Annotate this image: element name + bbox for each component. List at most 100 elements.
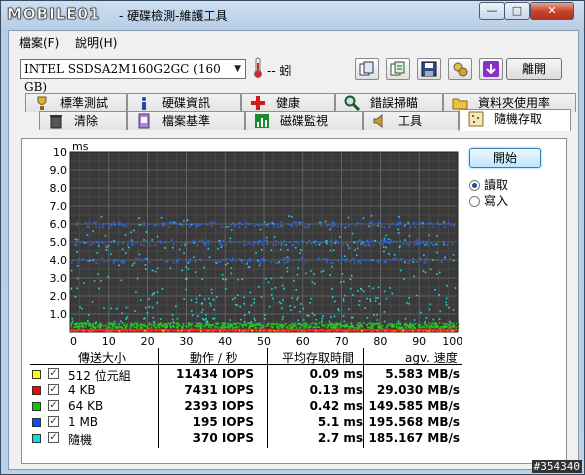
data-point [326, 225, 329, 227]
options-button[interactable] [448, 58, 472, 80]
data-point [383, 226, 386, 229]
data-point [221, 324, 223, 327]
data-point [117, 259, 120, 262]
data-point [258, 240, 260, 242]
data-point [174, 329, 177, 332]
data-point [154, 244, 156, 247]
data-point [238, 226, 241, 228]
x-tick-label: 20 [141, 335, 155, 348]
tab-health[interactable]: 健康 [241, 93, 335, 112]
data-point [108, 226, 110, 229]
data-point [358, 300, 361, 302]
maximize-button[interactable]: □ [504, 2, 530, 20]
data-point [424, 271, 427, 274]
data-point [184, 244, 186, 247]
drive-select[interactable]: INTEL SSDSA2M160G2GC (160 GB) ▼ [20, 59, 246, 94]
data-point [304, 327, 306, 329]
data-point [138, 253, 141, 256]
data-point [438, 223, 440, 226]
data-point [260, 248, 263, 251]
series-checkbox[interactable]: ✓ [48, 416, 59, 427]
data-point [423, 322, 426, 325]
data-point [426, 240, 428, 243]
data-point [229, 237, 232, 240]
tab-benchmark[interactable]: 標準測試 [25, 93, 127, 112]
data-point [263, 221, 266, 223]
tab-tools[interactable]: 工具 [363, 111, 459, 130]
data-point [395, 328, 398, 331]
data-point [215, 322, 218, 325]
x-tick-label: 60 [296, 335, 310, 348]
data-point [77, 265, 79, 267]
close-button[interactable]: ✕ [530, 2, 574, 20]
series-checkbox[interactable]: ✓ [48, 368, 59, 379]
tab-error-scan[interactable]: 錯誤掃瞄 [335, 93, 443, 112]
data-point [326, 329, 328, 331]
tab-disk-info[interactable]: 硬碟資訊 [127, 93, 241, 112]
data-point [74, 296, 77, 298]
data-point [156, 329, 159, 332]
copy-text-button[interactable] [386, 58, 410, 80]
data-point [337, 258, 339, 261]
data-point [254, 326, 257, 329]
data-point [187, 329, 189, 331]
data-point [348, 225, 350, 227]
menu-help[interactable]: 說明(H) [75, 34, 117, 51]
data-point [152, 329, 155, 332]
exit-button[interactable]: 離開 [506, 58, 562, 80]
data-point [169, 325, 172, 327]
data-point [397, 223, 400, 225]
data-point [377, 261, 379, 264]
tab-random-access[interactable]: 隨機存取 [459, 109, 571, 131]
data-point [210, 292, 213, 294]
data-point [432, 318, 435, 321]
data-point [431, 243, 434, 246]
data-point [389, 224, 391, 227]
data-point [208, 256, 211, 259]
download-icon [483, 61, 499, 77]
title-bar[interactable]: MOBILE01 - 硬碟檢測-維護工具 — □ ✕ [1, 1, 584, 27]
series-checkbox[interactable]: ✓ [48, 400, 59, 411]
write-radio[interactable]: 寫入 [469, 192, 508, 209]
data-point [78, 258, 80, 261]
data-point [190, 324, 193, 327]
data-point [110, 307, 113, 310]
tab-file-benchmark[interactable]: 檔案基準 [127, 111, 245, 130]
data-point [409, 242, 411, 244]
series-checkbox[interactable]: ✓ [48, 384, 59, 395]
read-radio[interactable]: 讀取 [469, 176, 508, 193]
data-point [295, 225, 298, 227]
data-point [205, 317, 207, 320]
data-point [420, 311, 422, 314]
menu-file[interactable]: 檔案(F) [19, 34, 59, 51]
copy-button[interactable] [355, 58, 379, 80]
download-button[interactable] [479, 58, 503, 80]
start-button[interactable]: 開始 [469, 148, 541, 168]
save-button[interactable] [417, 58, 441, 80]
data-point [219, 260, 222, 263]
data-point [266, 243, 268, 246]
series-checkbox[interactable]: ✓ [48, 432, 59, 443]
data-point [185, 329, 188, 332]
data-point [411, 327, 414, 329]
tab-disk-monitor[interactable]: 磁碟監視 [245, 111, 363, 130]
data-point [228, 329, 230, 332]
data-point [295, 330, 297, 332]
data-point [342, 315, 345, 317]
data-point [220, 329, 223, 331]
data-point [169, 267, 172, 270]
data-point [242, 324, 245, 327]
data-point [369, 327, 372, 329]
data-point [376, 259, 379, 262]
data-point [368, 221, 371, 224]
tab-erase[interactable]: 清除 [39, 111, 127, 130]
minimize-button[interactable]: — [479, 2, 505, 20]
data-point [416, 241, 419, 244]
data-point [78, 325, 81, 327]
data-point [172, 261, 175, 264]
data-point [208, 297, 210, 300]
data-point [274, 286, 277, 289]
data-point [201, 329, 204, 332]
data-point [153, 320, 155, 323]
data-point [81, 259, 84, 261]
